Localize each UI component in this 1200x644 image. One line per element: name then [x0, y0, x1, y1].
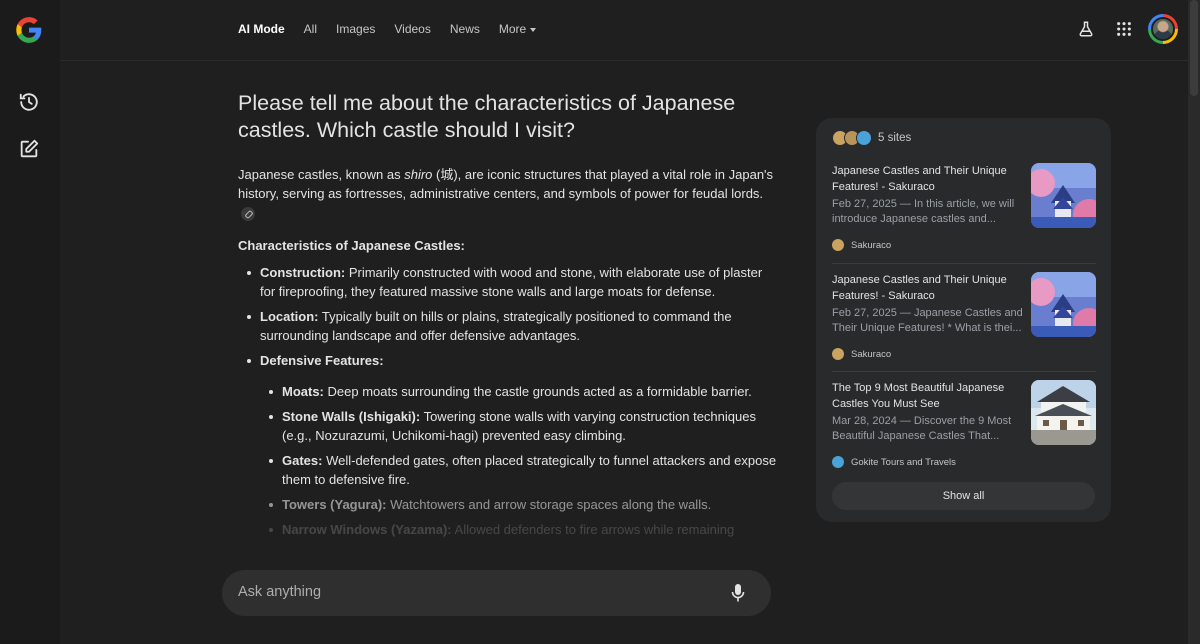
site-favicon — [832, 239, 844, 251]
search-mode-tabs: AI Mode All Images Videos News More — [238, 20, 555, 38]
account-avatar[interactable] — [1148, 14, 1178, 44]
microphone-icon[interactable] — [731, 584, 745, 602]
answer-area: Please tell me about the characteristics… — [238, 90, 778, 568]
google-logo[interactable] — [15, 16, 43, 44]
sub-item-text: Deep moats surrounding the castle ground… — [323, 384, 752, 399]
new-chat-icon[interactable] — [18, 138, 40, 160]
tab-more[interactable]: More — [498, 20, 537, 38]
list-item: Construction: Primarily constructed with… — [238, 263, 778, 301]
source-title: Japanese Castles and Their Unique Featur… — [832, 165, 1007, 193]
sub-item-text: Allowed defenders to fire arrows while r… — [451, 522, 735, 537]
left-rail — [0, 0, 60, 644]
site-favicon — [856, 130, 872, 146]
top-bar: AI Mode All Images Videos News More — [60, 0, 1188, 61]
site-favicon — [832, 348, 844, 360]
source-card[interactable]: Japanese Castles and Their Unique Featur… — [832, 272, 1096, 364]
history-icon[interactable] — [18, 91, 40, 113]
tab-ai-mode[interactable]: AI Mode — [238, 20, 285, 38]
citation-link-icon[interactable] — [241, 206, 255, 221]
item-term: Construction: — [260, 265, 346, 280]
show-all-button[interactable]: Show all — [832, 482, 1095, 510]
section-heading: Characteristics of Japanese Castles: — [238, 238, 465, 253]
avatar-photo — [1151, 17, 1175, 41]
list-item: Defensive Features: Moats: Deep moats su… — [238, 351, 778, 539]
intro-italic: shiro — [404, 167, 433, 182]
source-thumbnail — [1031, 380, 1096, 445]
sources-count: 5 sites — [878, 132, 912, 144]
source-site: Gokite Tours and Travels — [832, 456, 956, 468]
sub-item-term: Moats: — [282, 384, 324, 399]
source-site-name: Sakuraco — [851, 239, 892, 251]
caret-down-icon — [530, 27, 537, 32]
sub-list-item: Towers (Yagura): Watchtowers and arrow s… — [260, 495, 778, 514]
labs-flask-icon[interactable] — [1076, 19, 1096, 39]
source-snippet: Feb 27, 2025 — Japanese Castles and Thei… — [832, 307, 1023, 334]
source-snippet: Mar 28, 2024 — Discover the 9 Most Beaut… — [832, 415, 1012, 442]
sub-item-term: Narrow Windows (Yazama): — [282, 522, 452, 537]
source-snippet: Feb 27, 2025 — In this article, we will … — [832, 198, 1015, 225]
sub-list-item: Stone Walls (Ishigaki): Towering stone w… — [260, 407, 778, 445]
sub-list-item: Gates: Well-defended gates, often placed… — [260, 451, 778, 489]
site-favicon — [832, 456, 844, 468]
divider — [832, 263, 1096, 264]
list-item: Location: Typically built on hills or pl… — [238, 307, 778, 345]
apps-grid-icon[interactable] — [1114, 19, 1134, 39]
answer-intro: Japanese castles, known as shiro (城), ar… — [238, 165, 778, 222]
sources-header[interactable]: 5 sites — [832, 130, 911, 146]
source-title: Japanese Castles and Their Unique Featur… — [832, 274, 1007, 302]
item-text: Typically built on hills or plains, stra… — [260, 309, 732, 343]
source-site-name: Gokite Tours and Travels — [851, 456, 956, 468]
tab-images[interactable]: Images — [336, 20, 375, 38]
source-card[interactable]: Japanese Castles and Their Unique Featur… — [832, 163, 1096, 255]
ask-placeholder: Ask anything — [238, 584, 322, 600]
sub-item-term: Gates: — [282, 453, 323, 468]
defensive-features-list: Moats: Deep moats surrounding the castle… — [260, 382, 778, 539]
divider — [832, 371, 1096, 372]
sub-list-item: Moats: Deep moats surrounding the castle… — [260, 382, 778, 401]
sub-item-text: Watchtowers and arrow storage spaces alo… — [386, 497, 712, 512]
item-term: Location: — [260, 309, 319, 324]
sub-list-item: Narrow Windows (Yazama): Allowed defende… — [260, 520, 778, 539]
user-question: Please tell me about the characteristics… — [238, 91, 736, 142]
top-right-actions — [1058, 14, 1178, 44]
source-title: The Top 9 Most Beautiful Japanese Castle… — [832, 382, 1005, 410]
ask-input[interactable]: Ask anything — [222, 570, 771, 616]
tab-videos[interactable]: Videos — [394, 20, 430, 38]
sub-item-term: Stone Walls (Ishigaki): — [282, 409, 421, 424]
tab-more-label: More — [498, 22, 527, 36]
page-scrollbar[interactable] — [1188, 0, 1200, 644]
sub-item-term: Towers (Yagura): — [282, 497, 387, 512]
tab-news[interactable]: News — [450, 20, 480, 38]
sources-panel: 5 sites Japanese Castles and Their Uniqu… — [816, 118, 1111, 522]
characteristics-list: Construction: Primarily constructed with… — [238, 263, 778, 539]
scrollbar-thumb[interactable] — [1190, 0, 1198, 96]
source-thumbnail — [1031, 272, 1096, 337]
intro-pre: Japanese castles, known as — [238, 167, 405, 182]
source-card[interactable]: The Top 9 Most Beautiful Japanese Castle… — [832, 380, 1096, 472]
source-site: Sakuraco — [832, 348, 891, 360]
source-site-name: Sakuraco — [851, 348, 892, 360]
source-site: Sakuraco — [832, 239, 891, 251]
item-term: Defensive Features: — [260, 353, 384, 368]
source-thumbnail — [1031, 163, 1096, 228]
sub-item-text: Well-defended gates, often placed strate… — [282, 453, 777, 487]
tab-all[interactable]: All — [304, 20, 317, 38]
